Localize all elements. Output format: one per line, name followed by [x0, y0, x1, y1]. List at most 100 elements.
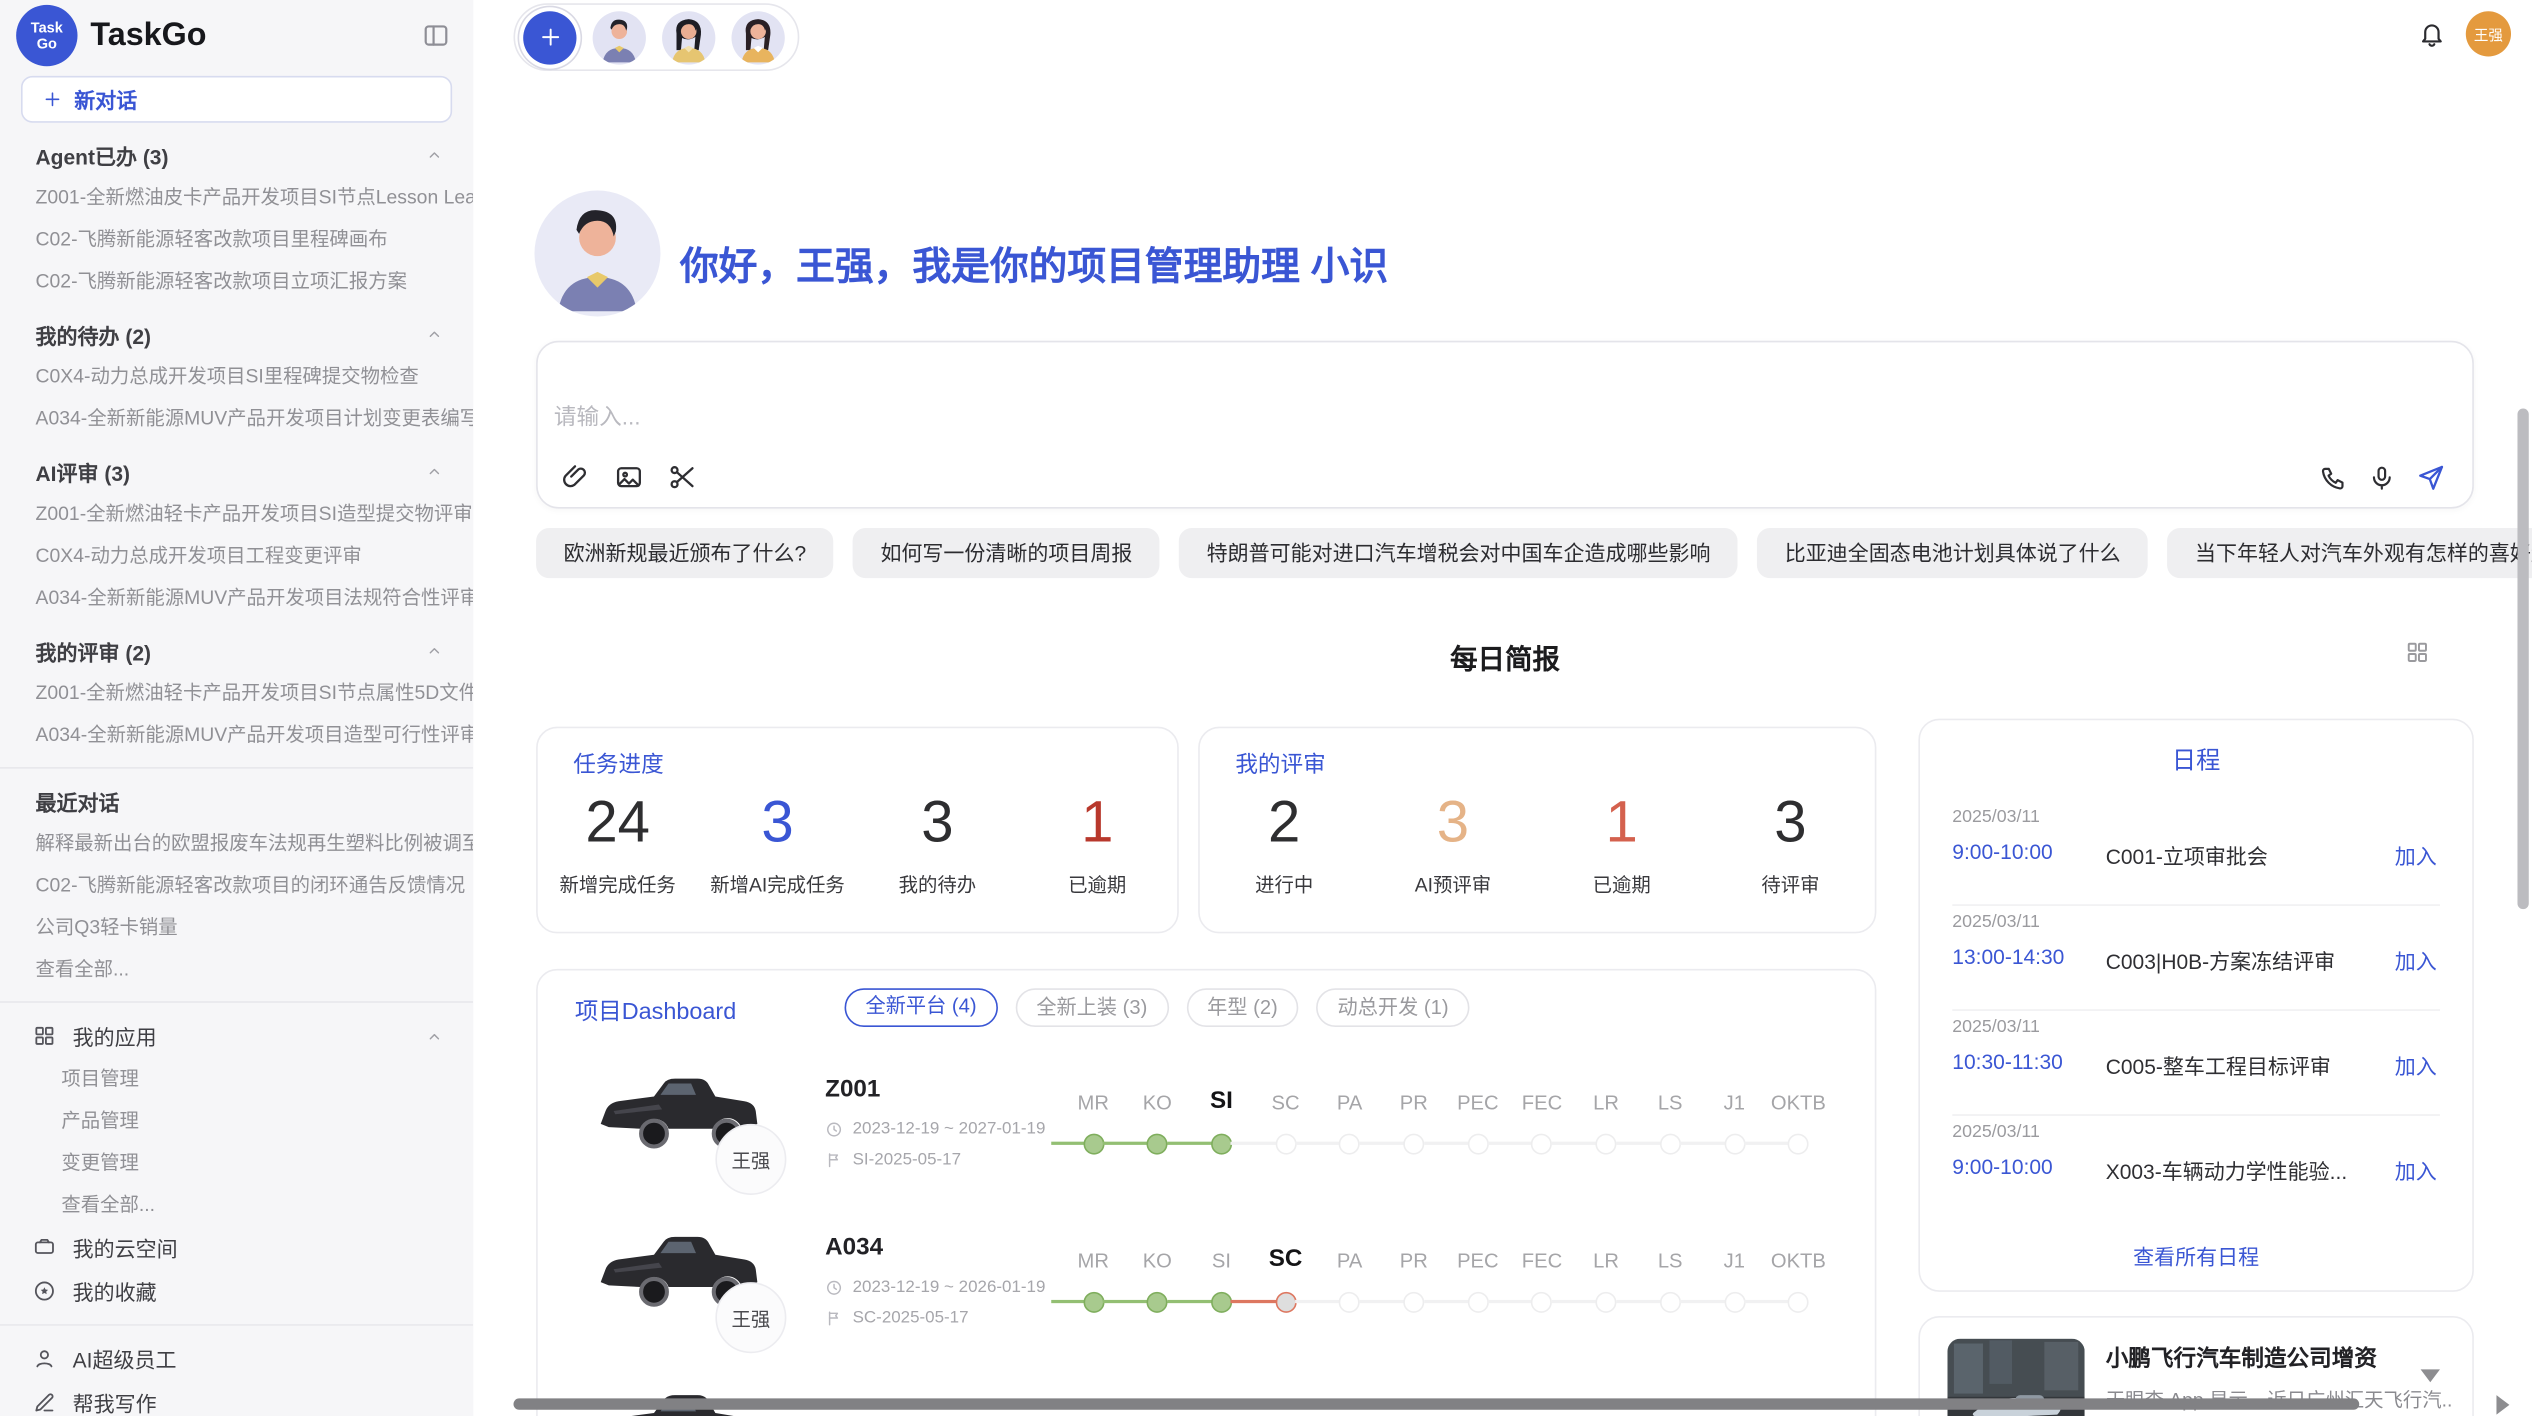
project-row[interactable]: 王强Z0012023-12-19 ~ 2027-01-19SI-2025-05-…: [538, 1059, 1875, 1217]
milestone-dot-ls: [1660, 1133, 1681, 1154]
divider: [0, 1324, 473, 1326]
filter-pill[interactable]: 全新平台 (4): [845, 988, 998, 1027]
suggestion-chip[interactable]: 欧洲新规最近颁布了什么?: [536, 528, 834, 578]
sidebar-item[interactable]: A034-全新新能源MUV产品开发项目计划变更表编写: [0, 397, 473, 439]
sidebar-item[interactable]: C0X4-动力总成开发项目SI里程碑提交物检查: [0, 355, 473, 397]
favorites-row[interactable]: 我的收藏: [0, 1269, 473, 1313]
recent-chat-item[interactable]: 解释最新出台的欧盟报废车法规再生塑料比例被调至15%...: [0, 822, 473, 864]
milestone-dot-fec: [1531, 1291, 1552, 1312]
phone-icon[interactable]: [2319, 463, 2348, 492]
stat-label: 新增完成任务: [538, 870, 698, 897]
chevron-up-icon[interactable]: [425, 325, 444, 344]
milestone-dot-si: [1211, 1291, 1232, 1312]
schedule-item: 2025/03/1113:00-14:30C003|H0B-方案冻结评审加入: [1920, 906, 2472, 1011]
sidebar-item[interactable]: C0X4-动力总成开发项目工程变更评审: [0, 534, 473, 576]
sidebar-item[interactable]: Z001-全新燃油轻卡产品开发项目SI节点属性5D文件评审: [0, 672, 473, 714]
join-link[interactable]: 加入: [2395, 840, 2437, 871]
scroll-right-arrow[interactable]: [2496, 1395, 2509, 1414]
assistant-avatar-thumb[interactable]: [732, 10, 785, 63]
composer-tools: [560, 462, 697, 493]
chevron-up-icon[interactable]: [425, 145, 444, 164]
assistant-avatar-thumb[interactable]: [593, 10, 646, 63]
main-area: 王强 你好，王强，我是你的项目管理助理 小识: [473, 0, 2532, 1416]
schedule-view-all[interactable]: 查看所有日程: [1920, 1240, 2472, 1271]
stat-label: 待评审: [1706, 870, 1875, 897]
app-item[interactable]: 产品管理: [0, 1100, 473, 1142]
suggestion-chip[interactable]: 当下年轻人对汽车外观有怎样的喜好趋势: [2168, 528, 2532, 578]
stat-label: 进行中: [1200, 870, 1369, 897]
cloud-space-row[interactable]: 我的云空间: [0, 1226, 473, 1270]
bell-icon[interactable]: [2417, 19, 2446, 48]
milestone-dot-mr: [1083, 1291, 1104, 1312]
filter-pill[interactable]: 动总开发 (1): [1317, 988, 1470, 1027]
milestone-dot-lr: [1596, 1133, 1617, 1154]
schedule-title: 日程: [1920, 743, 2472, 777]
stat-card-title: 任务进度: [573, 748, 663, 780]
app-item[interactable]: 项目管理: [0, 1058, 473, 1100]
message-composer: [536, 341, 2474, 509]
milestone-dot-sc: [1275, 1291, 1296, 1312]
scissors-icon[interactable]: [667, 462, 698, 493]
mic-icon[interactable]: [2367, 463, 2396, 492]
chevron-up-icon[interactable]: [425, 1026, 444, 1045]
filter-pill[interactable]: 全新上装 (3): [1015, 988, 1168, 1027]
stat-value: 3: [1706, 786, 1875, 857]
join-link[interactable]: 加入: [2395, 945, 2437, 976]
milestone-label: PR: [1378, 1092, 1449, 1115]
vertical-scrollbar[interactable]: [2517, 409, 2528, 910]
join-link[interactable]: 加入: [2395, 1050, 2437, 1081]
app-item[interactable]: 变更管理: [0, 1142, 473, 1184]
image-icon[interactable]: [614, 462, 645, 493]
recent-chat-item[interactable]: C02-飞腾新能源轻客改款项目的闭环通告反馈情况: [0, 864, 473, 906]
layout-grid-icon[interactable]: [2404, 639, 2430, 665]
milestone-dot-ls: [1660, 1291, 1681, 1312]
filter-pill[interactable]: 年型 (2): [1186, 988, 1299, 1027]
stat-value: 3: [857, 786, 1017, 857]
sidebar-item[interactable]: Z001-全新燃油皮卡产品开发项目SI节点Lesson Learn报告: [0, 176, 473, 218]
milestone-label: SC: [1250, 1245, 1321, 1272]
apps-view-all[interactable]: 查看全部...: [0, 1184, 473, 1226]
horizontal-scrollbar[interactable]: [514, 1398, 2360, 1409]
sidebar-footer-write[interactable]: 帮我写作: [0, 1381, 473, 1416]
schedule-name: C003|H0B-方案冻结评审: [2106, 945, 2364, 976]
sidebar-item[interactable]: C02-飞腾新能源轻客改款项目里程碑画布: [0, 218, 473, 260]
assistant-avatar-thumb[interactable]: [662, 10, 715, 63]
suggestion-chip[interactable]: 如何写一份清晰的项目周报: [853, 528, 1160, 578]
sidebar-item[interactable]: C02-飞腾新能源轻客改款项目立项汇报方案: [0, 260, 473, 302]
milestone-dot-si: [1211, 1133, 1232, 1154]
sidebar-item[interactable]: A034-全新新能源MUV产品开发项目造型可行性评审: [0, 714, 473, 756]
add-assistant-button[interactable]: [523, 10, 576, 63]
my-review-card: 我的评审2进行中3AI预评审1已逾期3待评审: [1198, 727, 1876, 934]
project-milestone-date: SC-2025-05-17: [825, 1308, 968, 1327]
stat-label: AI预评审: [1369, 870, 1538, 897]
my-apps-row[interactable]: 我的应用: [0, 1014, 473, 1058]
milestone-dot-lr: [1596, 1291, 1617, 1312]
milestone-dot-j1: [1724, 1133, 1745, 1154]
message-input[interactable]: [551, 397, 1591, 458]
collapse-panel-icon[interactable]: [421, 21, 450, 50]
chevron-up-icon[interactable]: [425, 641, 444, 660]
chevron-up-icon[interactable]: [425, 462, 444, 481]
milestone-dot-pr: [1403, 1133, 1424, 1154]
logo-text-1: Task: [31, 19, 63, 35]
milestone-label: LR: [1571, 1250, 1642, 1273]
recent-view-all[interactable]: 查看全部...: [0, 948, 473, 990]
suggestion-chip[interactable]: 比亚迪全固态电池计划具体说了什么: [1757, 528, 2148, 578]
recent-chat-item[interactable]: 公司Q3轻卡销量: [0, 906, 473, 948]
sidebar: Task Go TaskGo 新对话 Agent已办 (3)Z001-全新燃油皮…: [0, 0, 475, 1416]
suggestion-chip[interactable]: 特朗普可能对进口汽车增税会对中国车企造成哪些影响: [1179, 528, 1738, 578]
milestone-dot-j1: [1724, 1291, 1745, 1312]
schedule-time: 13:00-14:30: [1952, 945, 2064, 969]
sidebar-item[interactable]: Z001-全新燃油轻卡产品开发项目SI造型提交物评审: [0, 493, 473, 535]
send-icon[interactable]: [2416, 462, 2447, 493]
sidebar-item[interactable]: A034-全新新能源MUV产品开发项目法规符合性评审: [0, 576, 473, 618]
project-row[interactable]: 王强A0342023-12-19 ~ 2026-01-19SC-2025-05-…: [538, 1218, 1875, 1376]
sidebar-footer-ai-staff[interactable]: AI超级员工: [0, 1337, 473, 1381]
paperclip-icon[interactable]: [560, 462, 591, 493]
daily-briefing-title: 每日简报: [536, 636, 2474, 676]
scroll-down-arrow[interactable]: [2421, 1369, 2440, 1382]
join-link[interactable]: 加入: [2395, 1155, 2437, 1186]
new-chat-button[interactable]: 新对话: [21, 76, 452, 123]
user-avatar[interactable]: 王强: [2466, 11, 2511, 56]
sidebar-section-title: 我的待办 (2): [0, 313, 473, 355]
